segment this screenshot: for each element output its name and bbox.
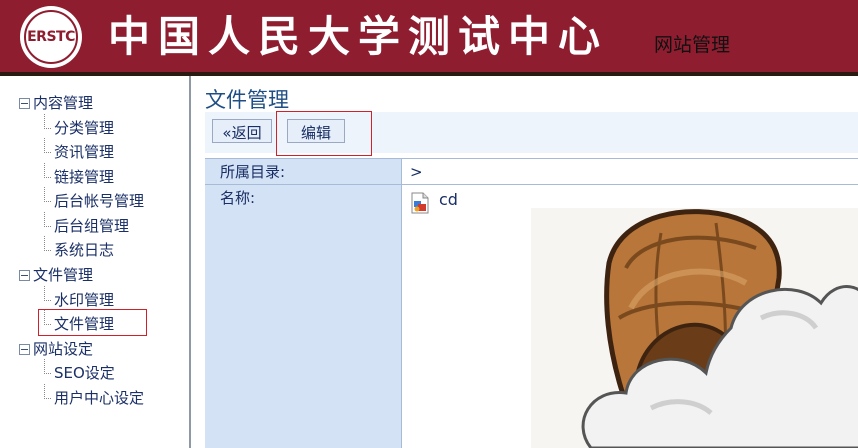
directory-label: 所属目录: bbox=[220, 163, 286, 181]
tree-group-label: 文件管理 bbox=[33, 266, 94, 284]
sidebar-item-label: 资讯管理 bbox=[54, 143, 115, 161]
sidebar-item-label: 分类管理 bbox=[54, 119, 115, 137]
back-button[interactable]: «返回 bbox=[212, 119, 272, 143]
sidebar-item-label: 后台组管理 bbox=[54, 217, 130, 235]
sidebar-item-links[interactable]: 链接管理 bbox=[44, 163, 115, 189]
image-file-icon bbox=[411, 192, 429, 214]
collapse-icon[interactable] bbox=[19, 270, 30, 281]
tree-group-site-settings[interactable]: 网站设定 bbox=[19, 337, 93, 361]
site-header: ERSTC 中国人民大学测试中心 网站管理 bbox=[0, 0, 858, 76]
sidebar-item-category[interactable]: 分类管理 bbox=[44, 114, 115, 140]
sidebar-item-label: 链接管理 bbox=[54, 168, 115, 186]
divider bbox=[205, 184, 858, 185]
tree-line-icon bbox=[44, 114, 51, 129]
page-title: 文件管理 bbox=[205, 88, 289, 112]
tree-group-content[interactable]: 内容管理 bbox=[19, 91, 93, 115]
logo-text: ERSTC bbox=[27, 29, 75, 45]
sidebar-item-seo[interactable]: SEO设定 bbox=[44, 359, 115, 385]
tree-line-icon bbox=[44, 236, 51, 251]
tree-line-icon bbox=[44, 138, 51, 153]
logo: ERSTC bbox=[20, 6, 82, 68]
file-detail-form: 所属目录: > 名称: cd bbox=[205, 158, 858, 448]
directory-value: > bbox=[410, 163, 423, 181]
sidebar-item-user-center[interactable]: 用户中心设定 bbox=[44, 384, 145, 410]
sidebar-item-label: 系统日志 bbox=[54, 241, 115, 259]
edit-highlight bbox=[276, 111, 372, 156]
sidebar: 内容管理 分类管理 资讯管理 链接管理 后台帐号管理 后台组管理 系统日志 文件… bbox=[0, 76, 191, 448]
site-subtitle: 网站管理 bbox=[654, 34, 731, 56]
tree-line-icon bbox=[44, 163, 51, 178]
sidebar-item-label: SEO设定 bbox=[54, 364, 115, 382]
tree-group-label: 内容管理 bbox=[33, 94, 94, 112]
sidebar-item-syslog[interactable]: 系统日志 bbox=[44, 236, 115, 262]
sidebar-item-label: 后台帐号管理 bbox=[54, 192, 145, 210]
collapse-icon[interactable] bbox=[19, 98, 30, 109]
tree-group-label: 网站设定 bbox=[33, 340, 94, 358]
file-name[interactable]: cd bbox=[439, 188, 458, 212]
tree-line-icon bbox=[44, 187, 51, 202]
main-content: 文件管理 «返回 编辑 所属目录: > 名称: cd bbox=[191, 76, 858, 448]
tree-line-icon bbox=[44, 384, 51, 399]
tree-group-files[interactable]: 文件管理 bbox=[19, 263, 93, 287]
sidebar-item-accounts[interactable]: 后台帐号管理 bbox=[44, 187, 145, 213]
name-label: 名称: bbox=[220, 189, 256, 207]
sidebar-item-label: 水印管理 bbox=[54, 291, 115, 309]
tree-line-icon bbox=[44, 212, 51, 227]
tree-line-icon bbox=[44, 286, 51, 301]
sidebar-item-label: 用户中心设定 bbox=[54, 389, 145, 407]
cartoon-image bbox=[531, 208, 858, 448]
site-title: 中国人民大学测试中心 bbox=[108, 12, 609, 61]
selection-highlight bbox=[38, 309, 147, 336]
tree-line-icon bbox=[44, 359, 51, 374]
collapse-icon[interactable] bbox=[19, 344, 30, 355]
sidebar-item-news[interactable]: 资讯管理 bbox=[44, 138, 115, 164]
sidebar-item-groups[interactable]: 后台组管理 bbox=[44, 212, 130, 238]
image-preview bbox=[531, 208, 858, 448]
divider bbox=[205, 158, 858, 159]
